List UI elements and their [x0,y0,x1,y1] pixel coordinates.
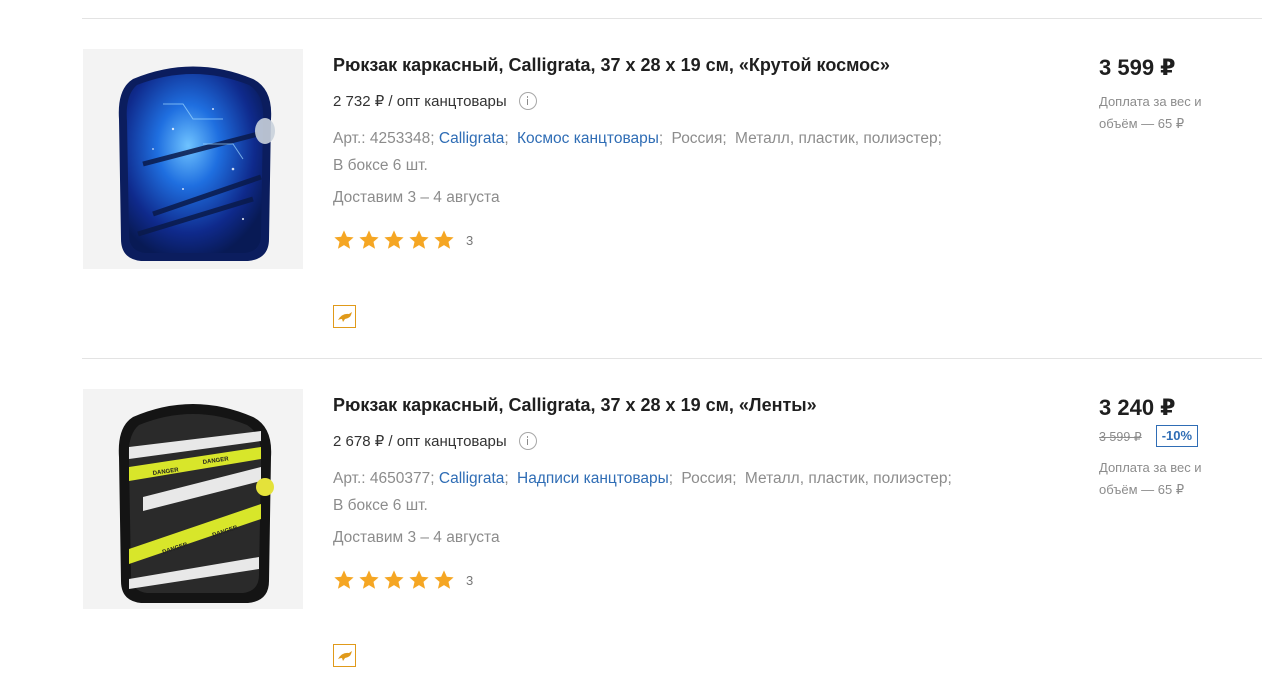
delivery-date: Доставим 3 – 4 августа [333,529,500,546]
box-quantity: В боксе 6 шт. [333,497,428,514]
dolphin-icon [337,650,352,661]
wholesale-price: 2 732 ₽ / опт канцтовары [333,91,1033,111]
star-icon [409,230,429,249]
product-info: Рюкзак каркасный, Calligrata, 37 х 28 х … [333,49,1033,251]
rating[interactable]: 3 [333,229,1033,251]
price: 3 240 ₽ [1099,395,1176,420]
product-divider [82,358,1262,359]
star-icon [359,570,379,589]
material: Металл, пластик, полиэстер; [735,130,942,147]
star-icon [334,230,354,249]
rating-count: 3 [466,232,474,248]
star-icon [434,570,454,589]
brand-link[interactable]: Calligrata [439,130,504,147]
article-number: Арт.: 4253348; [333,130,435,147]
country: Россия [681,470,733,487]
wholesale-price-text: 2 732 ₽ / опт канцтовары [333,93,507,110]
wholesale-price-text: 2 678 ₽ / опт канцтовары [333,433,507,450]
star-icon [334,570,354,589]
rating[interactable]: 3 [333,569,1033,591]
product-card: Рюкзак каркасный, Calligrata, 37 х 28 х … [0,49,1262,349]
star-icon [359,230,379,249]
product-info: Рюкзак каркасный, Calligrata, 37 х 28 х … [333,389,1033,591]
star-icon [409,570,429,589]
star-icon [434,230,454,249]
delivery-date: Доставим 3 – 4 августа [333,189,500,206]
info-icon[interactable] [518,432,537,450]
old-price: 3 599 ₽ [1099,429,1142,444]
surcharge-note: Доплата за вес и объём — 65 ₽ [1099,94,1202,131]
surcharge-note: Доплата за вес и объём — 65 ₽ [1099,460,1202,497]
info-icon[interactable] [518,92,537,110]
wholesale-price: 2 678 ₽ / опт канцтовары [333,431,1033,451]
backpack-space-image [83,49,303,269]
star-icon [384,570,404,589]
brand-link[interactable]: Calligrata [439,470,504,487]
product-image[interactable] [83,49,303,269]
product-meta: Арт.: 4253348; Calligrata; Космос канцто… [333,130,942,174]
backpack-tape-image: DANGER DANGER DANGER DANGER [83,389,303,609]
country: Россия [671,130,723,147]
product-card: DANGER DANGER DANGER DANGER Рюкзак карка… [0,389,1262,689]
product-title[interactable]: Рюкзак каркасный, Calligrata, 37 х 28 х … [333,53,1033,77]
star-icon [384,230,404,249]
dolphin-badge-icon[interactable] [333,644,356,667]
rating-count: 3 [466,572,474,588]
article-number: Арт.: 4650377; [333,470,435,487]
product-title[interactable]: Рюкзак каркасный, Calligrata, 37 х 28 х … [333,393,1033,417]
product-meta: Арт.: 4650377; Calligrata; Надписи канцт… [333,470,952,514]
material: Металл, пластик, полиэстер; [744,470,952,487]
top-divider [82,18,1262,19]
dolphin-badge-icon[interactable] [333,305,356,328]
product-image[interactable]: DANGER DANGER DANGER DANGER [83,389,303,609]
price: 3 599 ₽ [1099,55,1176,80]
box-quantity: В боксе 6 шт. [333,157,428,174]
discount-badge: -10% [1155,425,1199,447]
category-link[interactable]: Надписи канцтовары [517,470,669,487]
price-column: 3 240 ₽ 3 599 ₽ -10% Доплата за вес и об… [1099,389,1249,501]
dolphin-icon [337,311,352,322]
old-price-row: 3 599 ₽ -10% [1099,425,1249,447]
category-link[interactable]: Космос канцтовары [517,130,659,147]
price-column: 3 599 ₽ Доплата за вес и объём — 65 ₽ [1099,49,1249,135]
